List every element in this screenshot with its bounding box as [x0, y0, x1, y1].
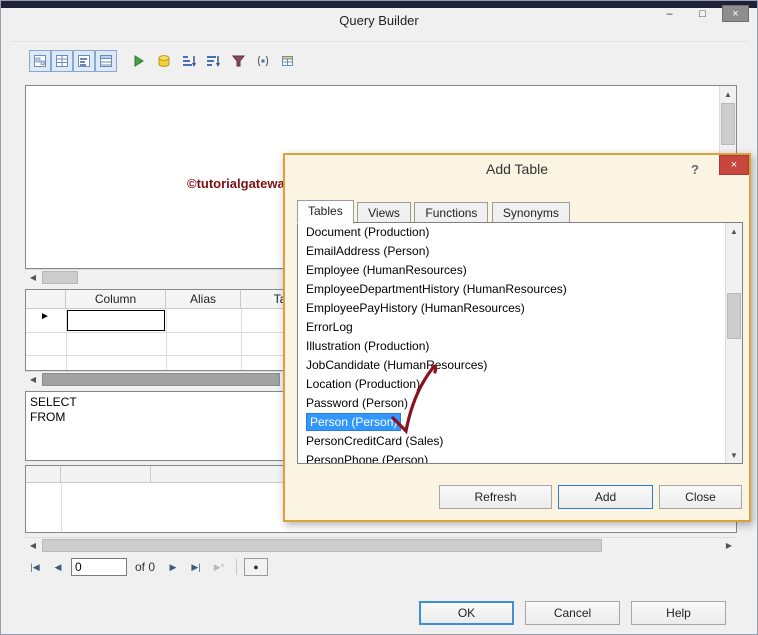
tab-tables[interactable]: Tables [297, 200, 354, 224]
alias-header: Alias [166, 290, 241, 309]
results-column-header [61, 466, 151, 483]
titlebar-divider [11, 41, 747, 42]
list-item[interactable]: Document (Production) [298, 223, 742, 242]
add-table-dialog: Add Table ? × Tables Views Functions Syn… [283, 153, 751, 522]
dialog-help-button[interactable]: ? [685, 159, 705, 179]
window-title: Query Builder [339, 13, 419, 28]
verify-sql-button[interactable] [153, 50, 175, 72]
sort-descending-icon [207, 56, 220, 67]
previous-record-button[interactable]: ◀ [48, 558, 68, 576]
close-button[interactable]: × [722, 5, 749, 22]
scroll-thumb[interactable] [42, 271, 78, 284]
list-item[interactable]: Password (Person) [298, 394, 742, 413]
cancel-button[interactable]: Cancel [525, 601, 620, 625]
list-vertical-scrollbar[interactable]: ▲ ▼ [725, 223, 742, 463]
divider [236, 559, 238, 575]
show-grid-pane-button[interactable] [51, 50, 73, 72]
record-position-input[interactable] [71, 558, 127, 576]
row-selector-header [26, 290, 66, 309]
sort-ascending-icon [183, 56, 196, 67]
tab-functions[interactable]: Functions [414, 202, 489, 224]
list-item[interactable]: PersonPhone (Person) [298, 451, 742, 463]
cancel-query-button[interactable]: ● [244, 558, 269, 576]
dialog-close-button[interactable]: × [719, 155, 749, 175]
close-dialog-button[interactable]: Close [659, 485, 742, 509]
run-query-button[interactable] [127, 50, 149, 72]
titlebar: Query Builder [1, 8, 757, 34]
scroll-thumb[interactable] [42, 373, 280, 386]
new-record-button: ▶* [209, 558, 229, 576]
diagram-pane-icon [34, 55, 46, 67]
table-list: Document (Production) EmailAddress (Pers… [297, 222, 743, 464]
list-item[interactable]: ErrorLog [298, 318, 742, 337]
scroll-left-button[interactable]: ◀ [25, 270, 41, 285]
show-sql-pane-button[interactable] [73, 50, 95, 72]
sql-pane-icon [78, 55, 90, 67]
scroll-thumb[interactable] [727, 293, 741, 339]
scroll-thumb[interactable] [42, 539, 602, 552]
run-icon [134, 55, 144, 67]
show-results-pane-button[interactable] [95, 50, 117, 72]
selected-item[interactable]: Person (Person) [306, 413, 402, 431]
dialog-tabs: Tables Views Functions Synonyms [297, 200, 570, 224]
list-item[interactable]: PersonCreditCard (Sales) [298, 432, 742, 451]
query-builder-window: Query Builder – □ × ©tutorialgateway.org… [0, 0, 758, 635]
list-item[interactable]: Employee (HumanResources) [298, 261, 742, 280]
list-item-selected[interactable]: Person (Person) [298, 413, 742, 432]
window-accent-bar [1, 1, 757, 8]
refresh-button[interactable]: Refresh [439, 485, 552, 509]
last-record-button[interactable]: ▶| [186, 558, 206, 576]
minimize-button[interactable]: – [656, 5, 683, 22]
tab-synonyms[interactable]: Synonyms [491, 202, 570, 224]
add-table-button[interactable] [277, 50, 299, 72]
grid-cell-column[interactable] [67, 310, 165, 331]
group-by-icon [258, 55, 268, 67]
group-by-button[interactable] [252, 50, 274, 72]
show-diagram-pane-button[interactable] [29, 50, 51, 72]
scroll-left-button[interactable]: ◀ [25, 372, 41, 387]
grid-line [166, 309, 167, 370]
maximize-button[interactable]: □ [689, 5, 716, 22]
record-navigator: |◀ ◀ of 0 ▶ ▶| ▶* ● [25, 557, 269, 577]
scroll-left-button[interactable]: ◀ [25, 538, 41, 553]
database-icon [158, 55, 170, 67]
ok-button[interactable]: OK [419, 601, 514, 625]
scroll-up-button[interactable]: ▲ [726, 223, 742, 239]
grid-pane-icon [56, 55, 68, 67]
tab-views[interactable]: Views [357, 202, 411, 224]
sort-descending-button[interactable] [202, 50, 224, 72]
sort-ascending-button[interactable] [178, 50, 200, 72]
scroll-thumb[interactable] [721, 103, 735, 145]
list-item[interactable]: Location (Production) [298, 375, 742, 394]
current-row-indicator[interactable]: ► [40, 311, 50, 322]
list-item[interactable]: JobCandidate (HumanResources) [298, 356, 742, 375]
list-item[interactable]: EmployeeDepartmentHistory (HumanResource… [298, 280, 742, 299]
grid-line [61, 483, 62, 532]
column-header: Column [66, 290, 166, 309]
scroll-right-button[interactable]: ▶ [721, 538, 737, 553]
add-table-icon [282, 56, 293, 66]
list-item[interactable]: EmailAddress (Person) [298, 242, 742, 261]
first-record-button[interactable]: |◀ [25, 558, 45, 576]
next-record-button[interactable]: ▶ [163, 558, 183, 576]
results-corner-cell [26, 466, 61, 483]
add-button[interactable]: Add [558, 485, 653, 509]
filter-icon [231, 55, 245, 67]
results-pane-icon [100, 55, 112, 67]
record-count-label: of 0 [135, 560, 156, 574]
grid-line [241, 309, 242, 370]
help-button[interactable]: Help [631, 601, 726, 625]
scroll-up-button[interactable]: ▲ [720, 86, 736, 102]
dialog-title: Add Table [485, 161, 548, 177]
results-horizontal-scrollbar[interactable]: ◀ ▶ [25, 537, 737, 553]
list-item[interactable]: Illustration (Production) [298, 337, 742, 356]
caption-buttons: – □ × [656, 5, 749, 22]
scroll-down-button[interactable]: ▼ [726, 447, 742, 463]
list-item[interactable]: EmployeePayHistory (HumanResources) [298, 299, 742, 318]
remove-filter-button[interactable] [227, 50, 249, 72]
